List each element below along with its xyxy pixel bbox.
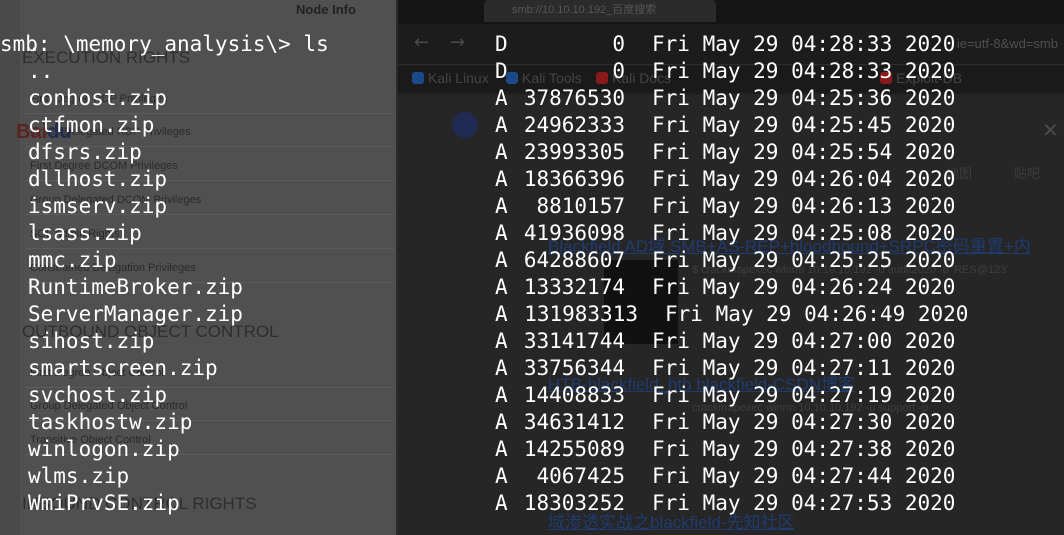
file-attribute: A (495, 221, 508, 245)
file-size: 64288607 (523, 248, 625, 272)
file-size: 8810157 (536, 194, 625, 218)
file-list-row: winlogon.zip A 14255089 Fri May 29 04:27:38… (0, 436, 1064, 463)
file-name: conhost.zip (28, 86, 168, 110)
file-attribute: A (495, 248, 508, 272)
file-size: 34631412 (523, 410, 625, 434)
file-date: Fri May 29 04:25:36 2020 (652, 86, 956, 110)
file-name: . (28, 32, 41, 56)
file-date: Fri May 29 04:26:13 2020 (652, 194, 956, 218)
file-size: 24962333 (523, 113, 625, 137)
file-name: smartscreen.zip (28, 356, 218, 380)
file-size: 14255089 (523, 437, 625, 461)
file-list-row: dllhost.zip A 18366396 Fri May 29 04:26:04 … (0, 166, 1064, 193)
file-list-row: dfsrs.zip A 23993305 Fri May 29 04:25:54 20… (0, 139, 1064, 166)
file-date: Fri May 29 04:26:49 2020 (665, 302, 969, 326)
file-name: RuntimeBroker.zip (28, 275, 243, 299)
file-attribute: A (495, 167, 508, 191)
file-date: Fri May 29 04:27:44 2020 (652, 464, 956, 488)
file-attribute: A (495, 86, 508, 110)
file-name: dfsrs.zip (28, 140, 142, 164)
file-size: 18366396 (523, 167, 625, 191)
file-size: 14408833 (523, 383, 625, 407)
file-list-row: wlms.zip A 4067425 Fri May 29 04:27:44 2020 (0, 463, 1064, 490)
file-list-row: WmiPrvSE.zip A 18303252 Fri May 29 04:27:53… (0, 490, 1064, 517)
file-attribute: A (495, 113, 508, 137)
file-date: Fri May 29 04:26:04 2020 (652, 167, 956, 191)
file-date: Fri May 29 04:27:00 2020 (652, 329, 956, 353)
file-size: 33756344 (523, 356, 625, 380)
file-date: Fri May 29 04:28:33 2020 (652, 32, 956, 56)
file-date: Fri May 29 04:27:30 2020 (652, 410, 956, 434)
file-size: 13332174 (523, 275, 625, 299)
file-name: .. (28, 59, 54, 83)
file-size: 4067425 (536, 464, 625, 488)
file-name: mmc.zip (28, 248, 117, 272)
file-size: 131983313 (524, 302, 638, 326)
file-name: svchost.zip (28, 383, 168, 407)
file-name: taskhostw.zip (28, 410, 193, 434)
file-list-row: mmc.zip A 64288607 Fri May 29 04:25:25 2020 (0, 247, 1064, 274)
file-list-row: ServerManager.zip A 131983313 Fri May 29 04… (0, 301, 1064, 328)
file-name: ismserv.zip (28, 194, 168, 218)
file-date: Fri May 29 04:27:19 2020 (652, 383, 956, 407)
file-attribute: D (495, 32, 508, 56)
file-name: WmiPrvSE.zip (28, 491, 180, 515)
file-name: sihost.zip (28, 329, 155, 353)
file-list-row: . D 0 Fri May 29 04:28:33 2020 (0, 31, 1064, 58)
file-size: 23993305 (523, 140, 625, 164)
file-size: 37876530 (523, 86, 625, 110)
file-date: Fri May 29 04:25:45 2020 (652, 113, 956, 137)
file-list-row: smartscreen.zip A 33756344 Fri May 29 04:27… (0, 355, 1064, 382)
file-list-row: sihost.zip A 33141744 Fri May 29 04:27:00 2… (0, 328, 1064, 355)
file-name: winlogon.zip (28, 437, 180, 461)
file-size: 41936098 (523, 221, 625, 245)
file-date: Fri May 29 04:25:54 2020 (652, 140, 956, 164)
file-attribute: A (495, 302, 508, 326)
file-name: lsass.zip (28, 221, 142, 245)
file-attribute: A (495, 356, 508, 380)
file-attribute: A (495, 140, 508, 164)
file-attribute: D (495, 59, 508, 83)
file-list-row: taskhostw.zip A 34631412 Fri May 29 04:27:3… (0, 409, 1064, 436)
file-attribute: A (495, 410, 508, 434)
file-list-row: .. D 0 Fri May 29 04:28:33 2020 (0, 58, 1064, 85)
file-list-row: lsass.zip A 41936098 Fri May 29 04:25:08 20… (0, 220, 1064, 247)
file-attribute: A (495, 437, 508, 461)
file-name: wlms.zip (28, 464, 130, 488)
file-attribute: A (495, 491, 508, 515)
file-size: 0 (612, 59, 625, 83)
file-name: ServerManager.zip (28, 302, 243, 326)
file-attribute: A (495, 464, 508, 488)
file-date: Fri May 29 04:28:33 2020 (652, 59, 956, 83)
file-name: dllhost.zip (28, 167, 168, 191)
file-date: Fri May 29 04:27:11 2020 (652, 356, 956, 380)
file-list-row: svchost.zip A 14408833 Fri May 29 04:27:19 … (0, 382, 1064, 409)
file-name: ctfmon.zip (28, 113, 155, 137)
file-size: 33141744 (523, 329, 625, 353)
file-size: 18303252 (523, 491, 625, 515)
file-date: Fri May 29 04:25:08 2020 (652, 221, 956, 245)
file-list-row: ctfmon.zip A 24962333 Fri May 29 04:25:45 2… (0, 112, 1064, 139)
file-list-row: RuntimeBroker.zip A 13332174 Fri May 29 04:… (0, 274, 1064, 301)
file-date: Fri May 29 04:27:38 2020 (652, 437, 956, 461)
file-attribute: A (495, 194, 508, 218)
file-list-row: conhost.zip A 37876530 Fri May 29 04:25:36 … (0, 85, 1064, 112)
file-attribute: A (495, 383, 508, 407)
file-attribute: A (495, 329, 508, 353)
file-list-row: ismserv.zip A 8810157 Fri May 29 04:26:13 2… (0, 193, 1064, 220)
file-attribute: A (495, 275, 508, 299)
file-date: Fri May 29 04:25:25 2020 (652, 248, 956, 272)
terminal-prompt-line: smb: \memory_analysis\> ls (0, 4, 1064, 56)
file-date: Fri May 29 04:26:24 2020 (652, 275, 956, 299)
file-date: Fri May 29 04:27:53 2020 (652, 491, 956, 515)
file-size: 0 (612, 32, 625, 56)
